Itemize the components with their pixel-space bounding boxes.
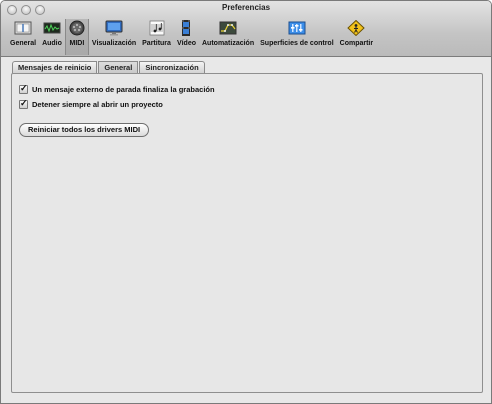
preferences-toolbar: General Audio MIDI Visualización Partitu… bbox=[7, 19, 376, 55]
toolbar-item-audio[interactable]: Audio bbox=[39, 19, 65, 55]
window-chrome: Preferencias General Audio MIDI Visualiz… bbox=[1, 1, 491, 57]
video-icon bbox=[182, 20, 191, 36]
toolbar-label-partitura: Partitura bbox=[142, 40, 171, 47]
checkmark-icon: ✓ bbox=[20, 83, 28, 93]
toolbar-label-automatizacion: Automatización bbox=[202, 40, 255, 47]
toolbar-item-general[interactable]: General bbox=[7, 19, 39, 55]
share-icon bbox=[347, 20, 366, 36]
window-title: Preferencias bbox=[221, 3, 271, 12]
toolbar-item-video[interactable]: Vídeo bbox=[174, 19, 199, 55]
toolbar-label-visualizacion: Visualización bbox=[91, 40, 137, 47]
checkmark-icon: ✓ bbox=[20, 98, 28, 108]
audio-icon bbox=[43, 22, 61, 34]
toolbar-label-general: General bbox=[10, 40, 37, 47]
toolbar-item-visualizacion[interactable]: Visualización bbox=[89, 19, 139, 55]
toolbar-item-automatizacion[interactable]: Automatización bbox=[199, 19, 257, 55]
always-stop-label: Detener siempre al abrir un proyecto bbox=[32, 100, 163, 109]
toolbar-item-superficies-de-control[interactable]: Superficies de control bbox=[257, 19, 337, 55]
display-icon bbox=[105, 20, 123, 36]
always-stop-checkbox[interactable]: ✓ bbox=[19, 98, 28, 109]
toolbar-label-midi: MIDI bbox=[69, 40, 85, 47]
toolbar-label-video: Vídeo bbox=[176, 40, 196, 47]
stop-message-option[interactable]: ✓ Un mensaje externo de parada finaliza … bbox=[19, 83, 215, 94]
toolbar-label-superficies-de-control: Superficies de control bbox=[260, 40, 334, 47]
toolbar-item-midi[interactable]: MIDI bbox=[64, 19, 89, 55]
tab-mensajes-de-reinicio[interactable]: Mensajes de reinicio bbox=[12, 61, 98, 73]
stop-message-checkbox[interactable]: ✓ bbox=[19, 83, 28, 94]
stop-message-label: Un mensaje externo de parada finaliza la… bbox=[32, 85, 215, 94]
midi-tab-bar: Mensajes de reinicio General Sincronizac… bbox=[12, 61, 205, 73]
preferences-window: Preferencias General Audio MIDI Visualiz… bbox=[0, 0, 492, 404]
midi-icon bbox=[69, 20, 85, 36]
always-stop-option[interactable]: ✓ Detener siempre al abrir un proyecto bbox=[19, 98, 163, 109]
automation-icon bbox=[219, 21, 237, 35]
general-tab-panel: ✓ Un mensaje externo de parada finaliza … bbox=[11, 73, 483, 393]
toolbar-item-compartir[interactable]: Compartir bbox=[337, 19, 376, 55]
reset-midi-drivers-button[interactable]: Reiniciar todos los drivers MIDI bbox=[19, 123, 150, 137]
control-surfaces-icon bbox=[288, 21, 306, 35]
tab-general[interactable]: General bbox=[98, 61, 139, 73]
score-icon bbox=[149, 20, 164, 36]
toolbar-label-compartir: Compartir bbox=[339, 40, 374, 47]
general-icon bbox=[14, 21, 32, 35]
toolbar-label-audio: Audio bbox=[42, 40, 62, 47]
tab-sincronizacion[interactable]: Sincronización bbox=[139, 61, 205, 73]
toolbar-item-partitura[interactable]: Partitura bbox=[139, 19, 174, 55]
